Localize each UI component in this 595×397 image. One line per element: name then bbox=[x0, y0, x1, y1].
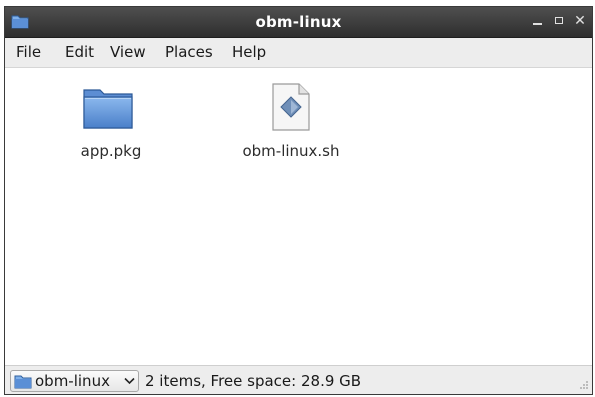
file-view[interactable]: app.pkg obm-linux.sh bbox=[5, 68, 592, 364]
file-name: obm-linux.sh bbox=[242, 142, 340, 160]
window-title: obm-linux bbox=[255, 13, 342, 31]
title-bar[interactable]: obm-linux ✕ bbox=[5, 7, 592, 38]
menu-places[interactable]: Places bbox=[160, 38, 218, 67]
location-label: obm-linux bbox=[35, 372, 110, 390]
menu-help[interactable]: Help bbox=[227, 38, 271, 67]
chevron-down-icon bbox=[124, 377, 135, 385]
file-name: app.pkg bbox=[80, 142, 142, 160]
folder-icon bbox=[83, 89, 133, 129]
folder-icon bbox=[14, 375, 32, 389]
status-bar: obm-linux 2 items, Free space: 28.9 GB bbox=[5, 365, 592, 394]
menu-file[interactable]: File bbox=[11, 38, 46, 67]
resize-grip-icon[interactable] bbox=[577, 380, 589, 392]
menu-edit[interactable]: Edit bbox=[60, 38, 99, 67]
location-dropdown[interactable]: obm-linux bbox=[10, 370, 139, 392]
menu-bar: File Edit View Places Help bbox=[5, 38, 592, 68]
file-item-app-pkg[interactable]: app.pkg bbox=[65, 82, 155, 162]
shell-script-icon bbox=[272, 83, 310, 131]
file-manager-window: obm-linux ✕ File Edit View Places Help a… bbox=[4, 6, 593, 395]
close-button[interactable]: ✕ bbox=[571, 12, 589, 30]
menu-view[interactable]: View bbox=[105, 38, 151, 67]
maximize-button[interactable] bbox=[551, 12, 569, 30]
status-summary: 2 items, Free space: 28.9 GB bbox=[145, 372, 362, 390]
file-item-obm-linux-sh[interactable]: obm-linux.sh bbox=[230, 80, 350, 160]
minimize-button[interactable] bbox=[529, 12, 547, 30]
